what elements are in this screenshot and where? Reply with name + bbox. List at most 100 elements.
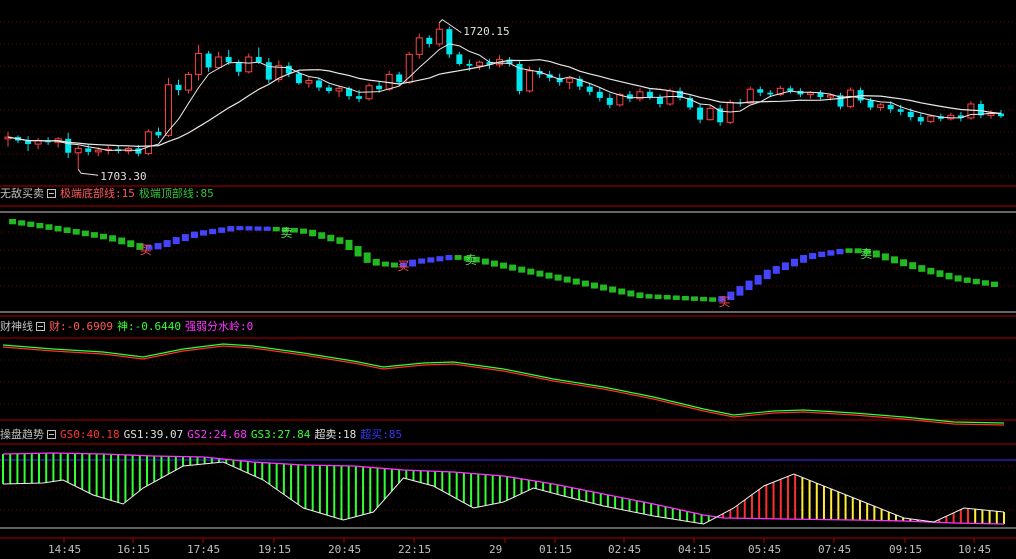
- candle-body: [325, 87, 332, 91]
- panel3-param-2: 强弱分水岭:0: [184, 320, 254, 333]
- trend-bar: [327, 234, 335, 242]
- candle-body: [867, 100, 874, 108]
- candle-body: [94, 149, 102, 153]
- candle-body: [265, 62, 272, 80]
- trend-bar: [45, 224, 53, 230]
- time-tick: 02:45: [608, 543, 642, 556]
- candle-body: [526, 70, 534, 92]
- caishen-indicator[interactable]: [2, 343, 1005, 426]
- candle-body: [405, 53, 413, 83]
- candle-body: [85, 148, 92, 152]
- panel2-param-0: 极端底部线:15: [60, 187, 135, 200]
- candle-body: [235, 62, 242, 72]
- trend-bar: [845, 248, 853, 253]
- trend-bar: [881, 253, 889, 261]
- panel3-collapse-icon[interactable]: [36, 322, 45, 331]
- trend-bar: [954, 275, 962, 282]
- sell-signal-label: 卖: [280, 226, 292, 240]
- candle-body: [155, 131, 162, 136]
- trend-bar: [272, 226, 280, 232]
- candle-body: [606, 97, 613, 105]
- trend-bar: [127, 240, 135, 248]
- trend-bar: [963, 277, 971, 283]
- trend-bar: [927, 267, 935, 275]
- candle-body: [596, 91, 603, 98]
- candlesticks[interactable]: [4, 18, 1004, 176]
- trend-bar: [636, 292, 644, 299]
- trend-bar: [18, 220, 26, 226]
- trend-bar: [654, 294, 662, 300]
- trend-bar: [836, 248, 844, 255]
- candle-body: [65, 138, 72, 153]
- trend-bar: [318, 232, 326, 239]
- trend-bar: [745, 280, 753, 291]
- candle-body: [144, 131, 152, 155]
- trend-bar: [172, 237, 180, 245]
- panel4-param-3: GS3:27.84: [250, 428, 311, 441]
- trend-bar: [154, 243, 162, 250]
- panel2-name[interactable]: 无敌买卖: [0, 187, 44, 200]
- trend-bar: [63, 227, 71, 234]
- trend-bar: [672, 295, 680, 300]
- gs2-line: [2, 452, 1005, 525]
- trend-bar: [427, 257, 435, 263]
- trend-bar: [27, 221, 35, 227]
- trend-bar: [363, 252, 371, 263]
- trend-bar: [118, 237, 126, 245]
- candle-body: [446, 29, 453, 55]
- buy-sell-indicator[interactable]: 买卖买 卖买卖: [9, 219, 998, 309]
- candle-body: [466, 63, 473, 66]
- candle-body: [175, 84, 182, 91]
- trend-bar: [827, 250, 835, 256]
- candle-body: [285, 65, 292, 74]
- panel4-collapse-icon[interactable]: [47, 430, 56, 439]
- candle-body: [767, 92, 774, 95]
- candle-body: [245, 56, 253, 73]
- trend-bar: [227, 226, 235, 232]
- trend-bar: [909, 262, 917, 270]
- candle-body: [195, 53, 203, 75]
- time-tick: 09:15: [889, 543, 923, 556]
- candle-body: [706, 107, 714, 121]
- trend-bar: [709, 297, 717, 302]
- trend-bar: [772, 266, 780, 274]
- panel4-name[interactable]: 操盘趋势: [0, 428, 44, 441]
- trend-indicator[interactable]: [2, 452, 1005, 525]
- panel3-name[interactable]: 财神线: [0, 320, 33, 333]
- trend-bar: [918, 265, 926, 272]
- candle-body: [806, 92, 814, 95]
- panel4-param-1: GS1:39.07: [123, 428, 184, 441]
- trend-bar: [236, 226, 244, 231]
- time-tick: 29: [489, 543, 503, 556]
- main-chart-canvas[interactable]: 买卖买 卖买卖: [0, 0, 1016, 559]
- trend-bar: [663, 295, 671, 300]
- trend-bar: [690, 296, 698, 301]
- grid-lines: [0, 21, 1016, 539]
- time-tick: 07:45: [818, 543, 852, 556]
- trend-bar: [563, 276, 571, 283]
- trend-bar: [9, 219, 17, 225]
- time-tick: 05:45: [748, 543, 782, 556]
- candle-body: [74, 147, 82, 154]
- trend-bar: [609, 286, 617, 293]
- candle-body: [356, 96, 363, 99]
- panel2-collapse-icon[interactable]: [47, 189, 56, 198]
- candle-body: [757, 89, 764, 93]
- candle-body: [998, 113, 1004, 117]
- candle-body: [877, 104, 885, 108]
- high-price-label: 1720.15: [463, 24, 510, 38]
- candle-body: [967, 103, 975, 119]
- shen-line: [2, 343, 1005, 424]
- trend-bar: [627, 290, 635, 297]
- time-tick: 22:15: [398, 543, 432, 556]
- trend-bar: [481, 258, 489, 265]
- candle-body: [435, 28, 443, 45]
- candle-body: [295, 73, 302, 84]
- trend-bar: [790, 258, 798, 267]
- time-tick: 16:15: [117, 543, 151, 556]
- trend-bar: [600, 284, 608, 291]
- trend-bar: [254, 226, 262, 231]
- trend-bar: [209, 228, 217, 235]
- time-tick: 01:15: [539, 543, 573, 556]
- time-tick: 19:15: [258, 543, 292, 556]
